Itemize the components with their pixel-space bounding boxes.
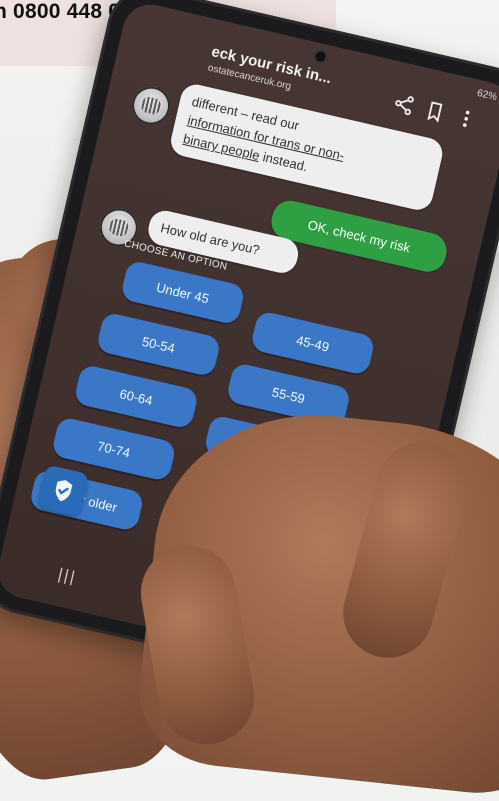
recent-apps-icon[interactable]: ||| xyxy=(56,566,78,588)
option-under-45[interactable]: Under 45 xyxy=(119,259,246,326)
more-vert-icon[interactable] xyxy=(453,106,479,132)
share-icon[interactable] xyxy=(391,91,417,117)
front-camera xyxy=(314,50,327,63)
option-60-64[interactable]: 60-64 xyxy=(73,363,200,430)
bookmark-icon[interactable] xyxy=(422,98,448,124)
user-reply-text: OK, check my risk xyxy=(306,217,412,256)
option-50-54[interactable]: 50-54 xyxy=(95,311,222,378)
bot-avatar xyxy=(128,82,174,129)
option-45-49[interactable]: 45-49 xyxy=(249,310,376,377)
